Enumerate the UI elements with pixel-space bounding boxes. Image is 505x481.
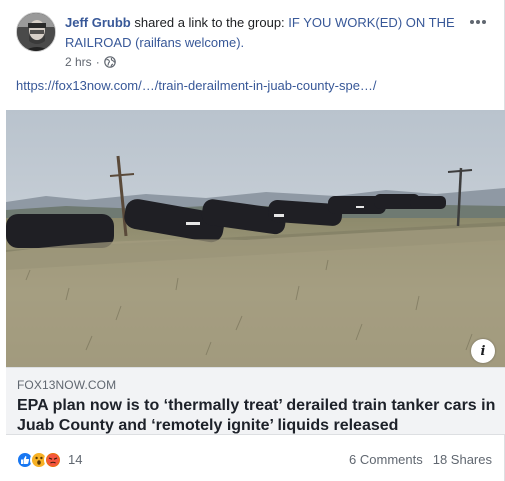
action-text: shared a link to the group: (130, 15, 289, 30)
train-derailment-photo (6, 110, 505, 367)
reactions-summary[interactable]: 14 (16, 451, 82, 469)
more-options-icon[interactable] (466, 14, 490, 30)
post-header: Jeff Grubb shared a link to the group: I… (16, 12, 486, 72)
engagement-stats: 6 Comments 18 Shares (349, 452, 492, 467)
post-card: Jeff Grubb shared a link to the group: I… (0, 0, 505, 481)
post-meta: 2 hrs · (65, 55, 116, 69)
shares-count[interactable]: 18 Shares (433, 452, 492, 467)
comments-count[interactable]: 6 Comments (349, 452, 423, 467)
globe-icon[interactable] (103, 56, 116, 68)
post-headline: Jeff Grubb shared a link to the group: I… (65, 13, 475, 53)
link-preview-image[interactable]: i (6, 110, 505, 367)
meta-separator: · (95, 55, 100, 69)
angry-reaction-icon (44, 451, 62, 469)
avatar-photo (17, 13, 55, 51)
post-footer: 14 6 Comments 18 Shares (16, 450, 492, 472)
link-title[interactable]: EPA plan now is to ‘thermally treat’ der… (17, 396, 497, 436)
avatar[interactable] (16, 12, 56, 52)
link-preview-box[interactable]: FOX13NOW.COM EPA plan now is to ‘thermal… (6, 367, 505, 435)
author-name[interactable]: Jeff Grubb (65, 15, 131, 30)
link-domain: FOX13NOW.COM (17, 378, 117, 392)
shared-url[interactable]: https://fox13now.com/…/train-derailment-… (16, 78, 377, 93)
reaction-count: 14 (68, 452, 83, 467)
info-icon[interactable]: i (471, 339, 495, 363)
post-timestamp[interactable]: 2 hrs (65, 55, 92, 69)
